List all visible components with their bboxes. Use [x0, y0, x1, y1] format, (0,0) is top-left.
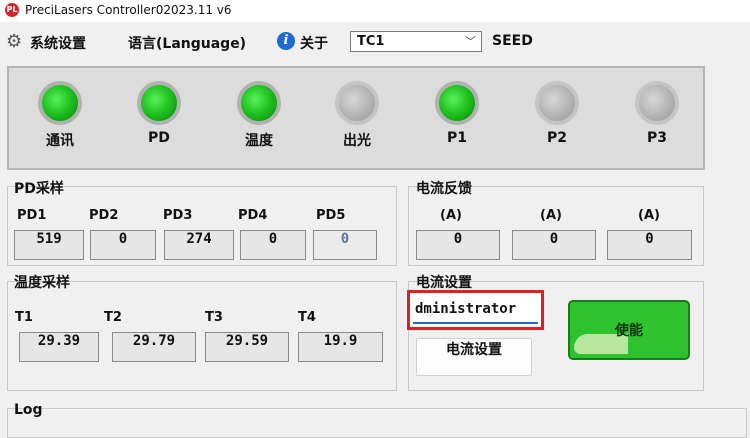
- led-label-pd: PD: [148, 130, 170, 146]
- led-label-p3: P3: [646, 130, 667, 146]
- pd4-value[interactable]: 0: [240, 230, 306, 260]
- title-bar: PL PreciLasers Controller02023.11 v6: [0, 0, 750, 22]
- gear-icon[interactable]: ⚙: [6, 33, 22, 51]
- led-label-comm: 通讯: [46, 133, 74, 149]
- current-setting-input[interactable]: dministrator: [413, 296, 538, 324]
- log-title: Log: [14, 402, 43, 418]
- window-title: PreciLasers Controller02023.11 v6: [25, 3, 232, 17]
- device-select-value: TC1: [357, 34, 385, 49]
- t4-value[interactable]: 19.9: [298, 332, 383, 362]
- feedback1-value[interactable]: 0: [416, 230, 500, 260]
- pd5-value[interactable]: 0: [313, 230, 377, 260]
- led-indicator-pd: [137, 81, 181, 125]
- enable-button[interactable]: 使能: [568, 300, 690, 360]
- led-label-temperature: 温度: [245, 133, 273, 149]
- led-indicator-emission: [335, 81, 379, 125]
- t3-value[interactable]: 29.59: [205, 332, 289, 362]
- feedback3-unit: (A): [638, 208, 660, 223]
- device-select[interactable]: TC1 ﹀: [350, 31, 482, 52]
- enable-button-label: 使能: [615, 323, 643, 339]
- current-feedback-title: 电流反馈: [416, 181, 472, 197]
- temp-sampling-title: 温度采样: [14, 275, 70, 291]
- pd-sampling-title: PD采样: [14, 181, 64, 197]
- led-label-p1: P1: [446, 130, 467, 146]
- current-setting-title: 电流设置: [416, 275, 472, 291]
- pd1-label: PD1: [17, 208, 47, 223]
- led-label-p2: P2: [546, 130, 567, 146]
- pd3-value[interactable]: 274: [164, 230, 234, 260]
- set-current-button[interactable]: 电流设置: [416, 338, 532, 376]
- menu-system-settings[interactable]: 系统设置: [30, 33, 86, 53]
- t4-label: T4: [298, 310, 316, 325]
- led-indicator-comm: [38, 81, 82, 125]
- feedback2-unit: (A): [540, 208, 562, 223]
- pd4-label: PD4: [238, 208, 268, 223]
- pd1-value[interactable]: 519: [14, 230, 84, 260]
- pd2-value[interactable]: 0: [90, 230, 156, 260]
- feedback3-value[interactable]: 0: [607, 230, 692, 260]
- pd2-label: PD2: [89, 208, 119, 223]
- led-indicator-p2: [535, 81, 579, 125]
- t2-value[interactable]: 29.79: [112, 332, 196, 362]
- t2-label: T2: [104, 310, 122, 325]
- led-indicator-temperature: [237, 81, 281, 125]
- seed-label: SEED: [492, 33, 533, 49]
- pd5-label: PD5: [316, 208, 346, 223]
- t1-value[interactable]: 29.39: [19, 332, 99, 362]
- feedback2-value[interactable]: 0: [512, 230, 596, 260]
- led-label-emission: 出光: [343, 133, 371, 149]
- led-indicator-p1: [435, 81, 479, 125]
- pd3-label: PD3: [163, 208, 193, 223]
- current-setting-input-frame: dministrator: [407, 290, 544, 330]
- t3-label: T3: [205, 310, 223, 325]
- info-icon[interactable]: i: [277, 32, 295, 50]
- app-logo-icon: PL: [5, 3, 19, 17]
- led-indicator-p3: [635, 81, 679, 125]
- menu-about[interactable]: 关于: [300, 33, 328, 53]
- chevron-down-icon[interactable]: ﹀: [465, 33, 476, 49]
- feedback1-unit: (A): [440, 208, 462, 223]
- t1-label: T1: [15, 310, 33, 325]
- log-group: [7, 408, 747, 438]
- menu-language[interactable]: 语言(Language): [128, 33, 246, 53]
